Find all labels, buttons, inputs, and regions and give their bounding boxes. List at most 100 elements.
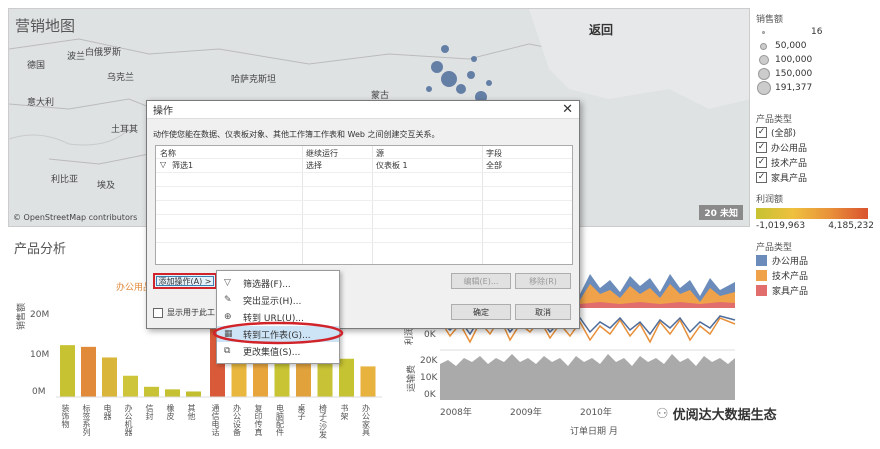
filter-option-label: 家具产品 bbox=[771, 174, 808, 184]
filter-option-tech[interactable]: ✓ 技术产品 bbox=[756, 155, 876, 170]
map-attribution[interactable]: © OpenStreetMap contributors bbox=[13, 213, 137, 222]
map-label-egypt: 埃及 bbox=[97, 181, 116, 191]
filter-option-furniture[interactable]: ✓ 家具产品 bbox=[756, 170, 876, 185]
size-legend-label: 150,000 bbox=[775, 69, 813, 79]
type-legend-office[interactable]: 办公用品 bbox=[756, 253, 876, 268]
menu-item-filter[interactable]: ▽ 筛选器(F)... bbox=[217, 275, 339, 291]
checkbox-unchecked-icon[interactable] bbox=[153, 307, 163, 318]
category-tick-label: 复印传真 bbox=[254, 404, 263, 436]
add-action-menu: ▽ 筛选器(F)... ✎ 突出显示(H)... ⊕ 转到 URL(U)... ▦ 转到… bbox=[216, 270, 340, 364]
actions-dialog: 操作 ✕ 动作使您能在数据、仪表板对象、其他工作簿工作表和 Web 之间创建交互… bbox=[146, 100, 580, 329]
column-header-source[interactable]: 源 bbox=[376, 148, 384, 159]
type-color-legend: 产品类型 办公用品 技术产品 家具产品 bbox=[756, 240, 876, 298]
filter-option-all[interactable]: ✓ (全部) bbox=[756, 125, 876, 140]
column-header-name[interactable]: 名称 bbox=[160, 148, 176, 159]
add-action-button[interactable]: 添加操作(A) > bbox=[153, 273, 217, 289]
category-tick-label: 电器 bbox=[103, 404, 112, 420]
bar[interactable] bbox=[165, 389, 180, 397]
action-field: 全部 bbox=[486, 161, 502, 170]
remove-button[interactable]: 移除(R) bbox=[515, 273, 571, 289]
size-legend-label: 16 bbox=[811, 27, 823, 37]
column-header-field[interactable]: 字段 bbox=[486, 148, 502, 159]
size-legend-label: 50,000 bbox=[775, 41, 807, 51]
bar[interactable] bbox=[81, 346, 96, 397]
watermark-text: 优阅达大数据生态 bbox=[672, 408, 777, 423]
sales-size-legend: 销售额 16 50,000 100,000 150,000 191,377 bbox=[756, 12, 876, 95]
action-run-on: 选择 bbox=[306, 161, 322, 170]
map-title: 营销地图 bbox=[15, 17, 76, 35]
highlight-icon: ✎ bbox=[224, 295, 232, 305]
bar[interactable] bbox=[144, 386, 159, 397]
timeline-ship-label: 运输费 bbox=[407, 364, 417, 392]
type-legend-tech[interactable]: 技术产品 bbox=[756, 268, 876, 283]
menu-item-highlight[interactable]: ✎ 突出显示(H)... bbox=[217, 292, 339, 308]
dialog-title: 操作 bbox=[153, 106, 173, 117]
category-tick-label: 书架 bbox=[340, 404, 349, 420]
column-header-run[interactable]: 继续运行 bbox=[306, 148, 338, 159]
table-row[interactable]: ▽ 筛选1 选择 仪表板 1 全部 bbox=[156, 159, 572, 172]
map-label-germany: 德国 bbox=[27, 61, 46, 71]
category-tick-label: 办公家具 bbox=[361, 404, 371, 436]
size-dot-icon bbox=[762, 30, 765, 34]
area-series-shipping bbox=[440, 354, 735, 400]
unknown-locations-badge[interactable]: 20 未知 bbox=[699, 205, 743, 220]
cancel-button[interactable]: 取消 bbox=[515, 304, 571, 320]
checkbox-checked-icon[interactable]: ✓ bbox=[756, 127, 767, 138]
category-tick-label: 通信电话 bbox=[211, 404, 220, 436]
category-tick-label: 桌子 bbox=[297, 404, 306, 420]
type-legend-furniture[interactable]: 家具产品 bbox=[756, 283, 876, 298]
filter-option-label: (全部) bbox=[771, 129, 797, 139]
color-swatch bbox=[756, 285, 767, 296]
bar[interactable] bbox=[186, 391, 201, 397]
filter-option-label: 办公用品 bbox=[771, 144, 808, 154]
size-legend-label: 191,377 bbox=[775, 83, 813, 93]
checkbox-checked-icon[interactable]: ✓ bbox=[756, 172, 767, 183]
profit-tick-0k: 0K bbox=[424, 330, 436, 340]
filter-icon: ▽ bbox=[160, 160, 167, 169]
bar[interactable] bbox=[339, 358, 354, 397]
checkbox-checked-icon[interactable]: ✓ bbox=[756, 142, 767, 153]
category-tick-label: 信封 bbox=[145, 404, 154, 420]
size-legend-row: 191,377 bbox=[756, 81, 876, 95]
profit-max-label: 4,185,232 bbox=[828, 221, 874, 231]
bar[interactable] bbox=[102, 357, 117, 397]
ship-tick-0k: 0K bbox=[424, 390, 436, 400]
actions-table[interactable]: 名称 继续运行 源 字段 ▽ 筛选1 选择 仪表板 1 全部 bbox=[155, 145, 573, 265]
checkbox-checked-icon[interactable]: ✓ bbox=[756, 157, 767, 168]
edit-button[interactable]: 编辑(E)... bbox=[451, 273, 511, 289]
y-tick-10m: 10M bbox=[30, 350, 50, 360]
ship-tick-10k: 10K bbox=[420, 373, 438, 383]
size-legend-row: 50,000 bbox=[756, 39, 876, 53]
category-filter: 产品类型 ✓ (全部) ✓ 办公用品 ✓ 技术产品 ✓ 家具产品 bbox=[756, 112, 876, 185]
bar[interactable] bbox=[360, 366, 376, 397]
ok-button[interactable]: 确定 bbox=[451, 304, 511, 320]
filter-option-office[interactable]: ✓ 办公用品 bbox=[756, 140, 876, 155]
timeline-profit-label: 利润 bbox=[405, 326, 415, 345]
type-legend-label: 技术产品 bbox=[772, 272, 809, 282]
back-button[interactable]: 返回 bbox=[589, 21, 613, 38]
menu-item-label: 筛选器(F)... bbox=[243, 279, 291, 290]
dialog-titlebar[interactable]: 操作 ✕ bbox=[147, 101, 579, 119]
ship-tick-20k: 20K bbox=[420, 356, 438, 366]
type-legend-title: 产品类型 bbox=[756, 243, 793, 253]
size-dot-icon bbox=[759, 55, 769, 65]
set-icon: ⧉ bbox=[224, 346, 231, 356]
bar[interactable] bbox=[123, 375, 138, 397]
map-label-libya: 利比亚 bbox=[51, 175, 79, 185]
profit-legend-title: 利润额 bbox=[756, 195, 784, 205]
map-label-poland: 波兰 bbox=[67, 52, 86, 62]
profit-min-label: -1,019,963 bbox=[756, 221, 806, 231]
show-in-menu-option[interactable]: 显示用于此工 bbox=[153, 307, 215, 318]
size-dot-icon bbox=[757, 81, 771, 95]
sales-legend-title: 销售额 bbox=[756, 15, 784, 25]
category-tick-label: 电脑配件 bbox=[275, 404, 285, 436]
size-dot-icon bbox=[758, 68, 770, 80]
bar[interactable] bbox=[60, 345, 75, 397]
wechat-icon: ⚇ bbox=[656, 405, 669, 422]
action-source: 仪表板 1 bbox=[376, 161, 408, 170]
year-2008: 2008年 bbox=[440, 408, 472, 418]
close-icon[interactable]: ✕ bbox=[562, 102, 573, 117]
type-legend-label: 办公用品 bbox=[772, 257, 809, 267]
map-label-ukraine: 乌克兰 bbox=[107, 73, 135, 83]
profit-color-legend: 利润额 -1,019,963 4,185,232 bbox=[756, 192, 878, 231]
